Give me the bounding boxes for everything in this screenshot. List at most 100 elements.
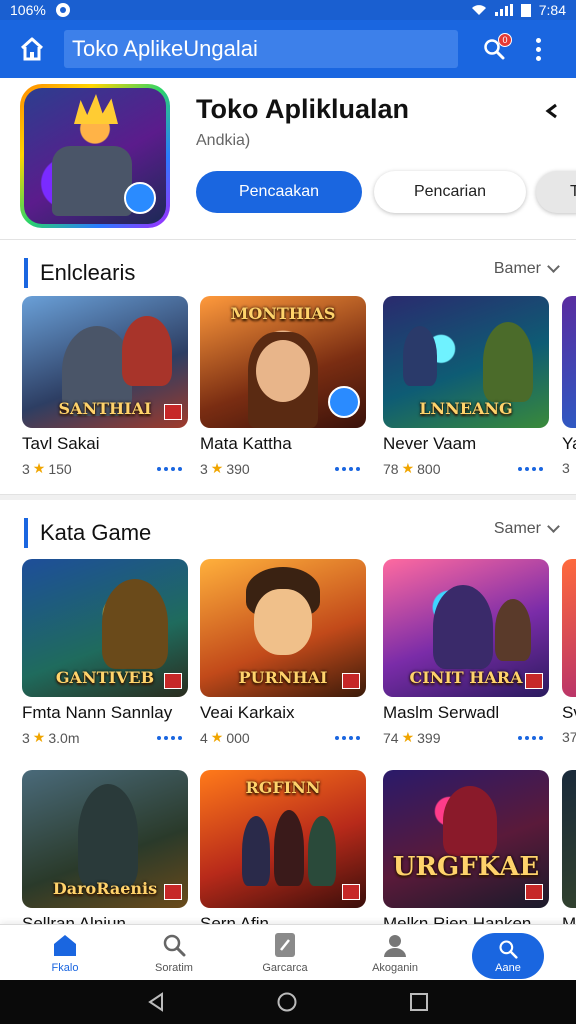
app-name: Maslm Serwadl (383, 703, 500, 722)
app-bar: Toko AplikeUngalai 0 (0, 20, 576, 78)
system-navigation-bar (0, 980, 576, 1024)
more-dots-icon (535, 37, 541, 43)
app-name: Never Vaam (383, 434, 477, 453)
status-time: 7:84 (538, 2, 566, 18)
app-count: 3.0m (48, 729, 80, 746)
search-input[interactable]: Toko AplikeUngalai (64, 30, 458, 68)
app-name: Fmta Nann Sannlay (22, 703, 173, 722)
more-options-button[interactable] (528, 29, 548, 69)
home-icon (20, 37, 44, 61)
app-badge-icon (124, 182, 156, 214)
app-card[interactable]: DaroRaenis Sellran Alniun (22, 770, 188, 934)
games-icon (271, 932, 299, 958)
app-card[interactable]: PURNHAI Veai Karkaix 4 ★ 000 (200, 559, 366, 746)
primary-action-button[interactable]: Pencaakan (196, 171, 362, 213)
home-circle-icon[interactable] (277, 992, 297, 1012)
app-rating: 78 (383, 460, 399, 477)
app-card[interactable]: LNNEANG Never Vaam 78 ★ 800 (383, 296, 549, 477)
section-more-link[interactable]: Samer (493, 520, 560, 538)
chevron-down-icon (547, 260, 560, 273)
app-name: Mata Kattha (200, 434, 292, 453)
app-store-screen: 106% 7:84 Toko AplikeUngalai 0 Toko Apli… (0, 0, 576, 1024)
recents-icon[interactable] (409, 992, 429, 1012)
rating-tag-icon (342, 884, 360, 900)
search-icon (499, 939, 518, 959)
app-name: Veai Karkaix (200, 703, 295, 722)
rating-tag-icon (525, 673, 543, 689)
account-icon (381, 932, 409, 958)
featured-app-card: Toko Apliklualan Andkia) Pencaakan Penca… (0, 78, 576, 240)
section-title: Enlclearis (24, 258, 135, 288)
app-thumbnail: LNNEANG (383, 296, 549, 428)
app-rating: 3 (562, 460, 570, 476)
app-thumbnail: GANTIVEB (22, 559, 188, 697)
status-left-text: 106% (10, 2, 46, 18)
nav-games[interactable]: Garcarca (230, 925, 340, 981)
app-thumbnail: URGFKAE (383, 770, 549, 908)
app-name: Tavl Sakai (22, 434, 100, 453)
signal-icon (494, 4, 513, 16)
nav-account[interactable]: Akoganin (340, 925, 450, 981)
nav-search[interactable]: Soratim (119, 925, 229, 981)
rating-tag-icon (164, 673, 182, 689)
wifi-icon (471, 5, 486, 15)
section-more-link[interactable]: Bamer (493, 260, 560, 278)
more-dots-icon (335, 466, 360, 471)
nav-fab-label: Aane (495, 961, 521, 974)
app-card[interactable]: RGFINN Sern Afin (200, 770, 366, 934)
app-count: 399 (417, 729, 441, 746)
app-card[interactable]: MONTHIAS Mata Kattha 3 ★ 390 (200, 296, 366, 477)
app-thumbnail: SANTHIAI (22, 296, 188, 428)
battery-icon (520, 3, 531, 17)
featured-app-subtitle: Andkia) (196, 132, 251, 149)
third-action-button[interactable]: T (536, 171, 576, 213)
nav-home[interactable]: Fkalo (10, 925, 120, 981)
app-name: Ya (562, 434, 576, 453)
nav-account-label: Akoganin (372, 962, 418, 974)
section-more-label: Samer (493, 520, 541, 537)
nav-games-label: Garcarca (262, 962, 308, 974)
app-count: 150 (48, 460, 72, 477)
nav-fab-search[interactable]: Aane (472, 933, 544, 979)
bottom-navigation: Fkalo Soratim Garcarca Akoganin Aane (0, 924, 576, 980)
nav-search-label: Soratim (155, 962, 193, 974)
app-card[interactable]: CINIT HARA Maslm Serwadl 74 ★ 399 (383, 559, 549, 746)
status-dot-icon (55, 3, 70, 17)
chevron-down-icon (547, 520, 560, 533)
app-card[interactable]: GANTIVEB Fmta Nann Sannlay 3 ★ 3.0m (22, 559, 188, 746)
back-icon[interactable] (146, 992, 166, 1012)
app-rating: 74 (383, 729, 399, 746)
app-card[interactable]: URGFKAE Melkn Rien Hanken (383, 770, 549, 934)
section-more-label: Bamer (493, 260, 541, 277)
star-icon: ★ (32, 460, 46, 476)
featured-app-icon[interactable] (20, 84, 170, 228)
thumbnail-caption: LNNEANG (419, 399, 513, 418)
app-meta: 3 ★ 150 (22, 460, 188, 477)
app-thumbnail: MONTHIAS (200, 296, 366, 428)
app-meta: 37 (562, 729, 576, 745)
app-card[interactable]: Sv 37 (562, 559, 576, 745)
app-card[interactable]: Ya 3 (562, 296, 576, 476)
featured-app-title: Toko Apliklualan (196, 94, 410, 124)
app-card[interactable]: M (562, 770, 576, 934)
share-button[interactable] (544, 100, 560, 128)
more-dots-icon (157, 466, 182, 471)
home-icon (51, 932, 79, 958)
search-notification-button[interactable]: 0 (474, 29, 514, 69)
app-badge-icon (328, 386, 360, 418)
thumbnail-caption: RGFINN (245, 778, 321, 797)
search-input-text: Toko AplikeUngalai (72, 36, 258, 61)
app-card[interactable]: SANTHIAI Tavl Sakai 3 ★ 150 (22, 296, 188, 477)
rating-tag-icon (342, 673, 360, 689)
app-rating: 3 (22, 729, 30, 746)
app-count: 000 (226, 729, 250, 746)
notification-badge: 0 (498, 33, 512, 47)
app-rating: 3 (200, 460, 208, 477)
app-meta: 3 ★ 3.0m (22, 729, 188, 746)
app-thumbnail (562, 559, 576, 697)
app-name: Sv (562, 703, 576, 722)
home-button[interactable] (12, 29, 52, 69)
nav-home-label: Fkalo (51, 962, 79, 974)
search-action-button[interactable]: Pencarian (374, 171, 526, 213)
star-icon: ★ (401, 729, 415, 745)
